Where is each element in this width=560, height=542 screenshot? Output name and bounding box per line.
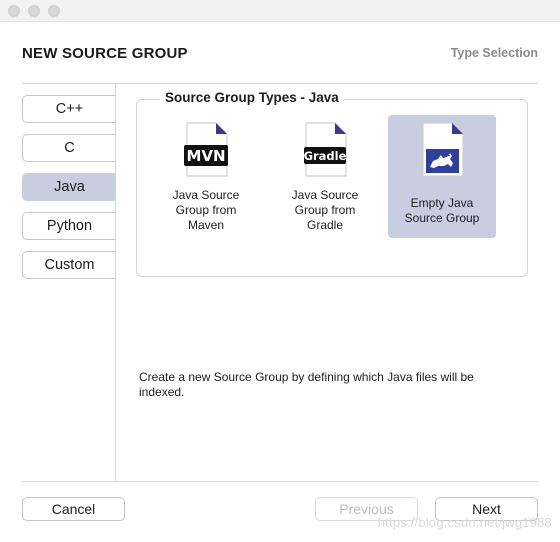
source-type-empty-java[interactable]: Empty Java Source Group xyxy=(388,115,496,238)
sidebar-item-c[interactable]: C xyxy=(22,134,116,162)
source-group-types-title: Source Group Types - Java xyxy=(160,90,344,105)
sidebar-item-cpp[interactable]: C++ xyxy=(22,95,116,123)
gradle-icon: Gradle xyxy=(302,122,348,178)
gradle-type-label: Java Source Group from Gradle xyxy=(291,188,359,232)
dialog-title: NEW SOURCE GROUP xyxy=(22,45,188,62)
cancel-button[interactable]: Cancel xyxy=(22,497,125,521)
header-divider xyxy=(22,83,538,84)
minimize-window-button[interactable] xyxy=(28,5,40,17)
maven-type-label: Java Source Group from Maven xyxy=(172,188,240,232)
watermark-text: https://blog.csdn.net/jwg1988 xyxy=(377,515,552,530)
empty-java-type-label: Empty Java Source Group xyxy=(404,196,480,225)
sidebar-divider xyxy=(115,84,116,481)
sidebar-item-java[interactable]: Java xyxy=(22,173,116,201)
type-description: Create a new Source Group by defining wh… xyxy=(139,370,474,399)
zoom-window-button[interactable] xyxy=(48,5,60,17)
sidebar-item-python[interactable]: Python xyxy=(22,212,116,240)
language-sidebar: C++ C Java Python Custom xyxy=(22,95,116,290)
window-titlebar xyxy=(0,0,560,22)
source-type-gradle[interactable]: Gradle Java Source Group from Gradle xyxy=(271,115,379,238)
gradle-badge-text: Gradle xyxy=(304,149,347,163)
source-type-maven[interactable]: MVN Java Source Group from Maven xyxy=(152,115,260,238)
close-window-button[interactable] xyxy=(8,5,20,17)
empty-java-icon xyxy=(419,122,465,178)
maven-icon: MVN xyxy=(183,122,229,178)
maven-badge-text: MVN xyxy=(186,147,225,165)
sidebar-item-custom[interactable]: Custom xyxy=(22,251,116,279)
footer-divider xyxy=(22,481,538,482)
step-title: Type Selection xyxy=(450,46,538,60)
